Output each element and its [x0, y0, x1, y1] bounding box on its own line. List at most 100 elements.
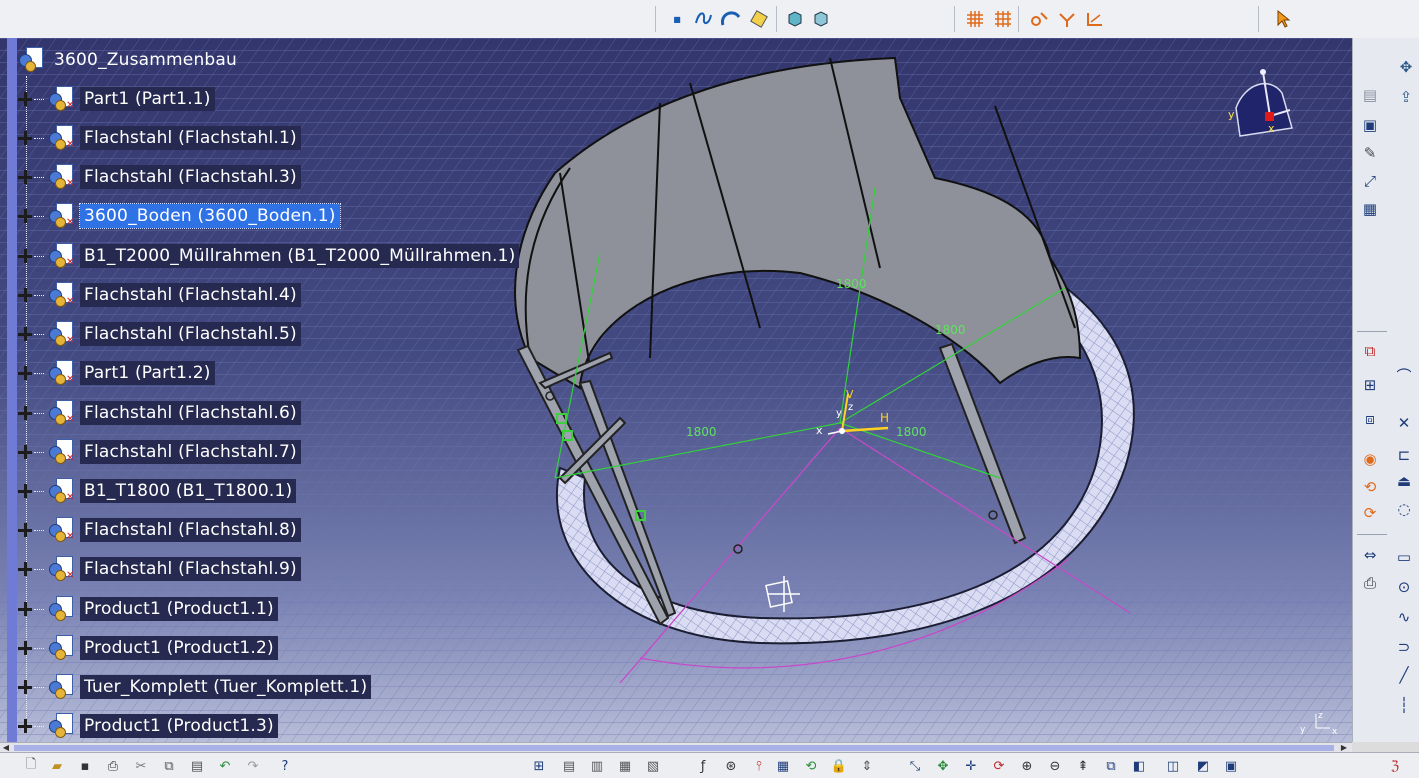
- tree-item[interactable]: ✕ Flachstahl (Flachstahl.7): [16, 438, 301, 466]
- tree-item[interactable]: ✕ Flachstahl (Flachstahl.8): [16, 516, 301, 544]
- offset-icon[interactable]: ⧈: [1359, 408, 1381, 430]
- tree-item-label[interactable]: Product1 (Product1.2): [80, 636, 278, 660]
- expand-plus-icon[interactable]: [16, 90, 34, 108]
- dimension-label[interactable]: 1800: [686, 425, 717, 439]
- fix-icon[interactable]: ⊞: [1359, 374, 1381, 396]
- tree-item-label[interactable]: Product1 (Product1.3): [80, 714, 278, 738]
- tree-item-label[interactable]: Flachstahl (Flachstahl.4): [80, 283, 301, 307]
- auto-constraint-icon[interactable]: [1056, 8, 1078, 30]
- circle-icon[interactable]: ◌: [1393, 498, 1415, 520]
- swap-icon[interactable]: ◩: [1194, 757, 1212, 775]
- tree-item[interactable]: Product1 (Product1.2): [16, 634, 278, 662]
- expand-plus-icon[interactable]: [16, 521, 34, 539]
- 3d-viewport[interactable]: 1800 1800 1800 1800 H V x y z y x z y x …: [0, 38, 1352, 742]
- scroll-track[interactable]: [14, 745, 1334, 751]
- snap-grid-icon[interactable]: [992, 8, 1014, 30]
- distance-icon[interactable]: ⇔: [1359, 544, 1381, 566]
- dimension-label[interactable]: 1800: [896, 425, 927, 439]
- tree-item-label[interactable]: Flachstahl (Flachstahl.8): [80, 518, 301, 542]
- tree-item[interactable]: Product1 (Product1.3): [16, 712, 278, 740]
- expand-plus-icon[interactable]: [16, 247, 34, 265]
- zoom-in-icon[interactable]: ⊕: [1018, 757, 1036, 775]
- tree-item-label[interactable]: Part1 (Part1.2): [80, 361, 215, 385]
- redo-icon[interactable]: ↷: [244, 757, 262, 775]
- angle-icon[interactable]: ✕: [1393, 412, 1415, 434]
- cut-icon[interactable]: ✂: [132, 757, 150, 775]
- snap-icon[interactable]: ⟲: [1359, 476, 1381, 498]
- point-circle-icon[interactable]: ⊙: [1393, 576, 1415, 598]
- new-icon[interactable]: 🗋: [22, 757, 40, 775]
- normal-view-icon[interactable]: ⇞: [1074, 757, 1092, 775]
- view-cube-2-icon[interactable]: [810, 8, 832, 30]
- curve-icon[interactable]: ∿: [1393, 606, 1415, 628]
- arc-icon[interactable]: [720, 8, 742, 30]
- tree-item-label[interactable]: Flachstahl (Flachstahl.5): [80, 322, 301, 346]
- pan-icon[interactable]: ✥: [934, 757, 952, 775]
- pin-icon[interactable]: ⫯: [750, 757, 768, 775]
- select-arrow-icon[interactable]: [1272, 8, 1294, 30]
- fit-all-icon[interactable]: ⤡: [906, 757, 924, 775]
- expand-plus-icon[interactable]: [16, 207, 34, 225]
- expand-plus-icon[interactable]: [16, 286, 34, 304]
- table-icon[interactable]: ▦: [774, 757, 792, 775]
- shading-icon[interactable]: ◧: [1130, 757, 1148, 775]
- constraint-tools-icon[interactable]: ⧉: [1359, 340, 1381, 362]
- manipulate-icon[interactable]: ⤢: [1359, 170, 1381, 192]
- expand-plus-icon[interactable]: [16, 404, 34, 422]
- expand-plus-icon[interactable]: [16, 482, 34, 500]
- properties-icon[interactable]: ▦: [616, 757, 634, 775]
- expand-plus-icon[interactable]: [16, 639, 34, 657]
- expand-plus-icon[interactable]: [16, 325, 34, 343]
- tree-item[interactable]: Tuer_Komplett (Tuer_Komplett.1): [16, 673, 372, 701]
- tree-item[interactable]: ✕ Part1 (Part1.2): [16, 359, 215, 387]
- tree-item-label[interactable]: Flachstahl (Flachstahl.7): [80, 440, 301, 464]
- help-icon[interactable]: ?: [276, 757, 294, 775]
- tree-item-label[interactable]: Flachstahl (Flachstahl.3): [80, 165, 301, 189]
- sketch-tools-icon[interactable]: [748, 8, 770, 30]
- lock-icon[interactable]: 🔒: [830, 757, 848, 775]
- measure-icon[interactable]: ◉: [1359, 448, 1381, 470]
- tree-item-label[interactable]: Flachstahl (Flachstahl.9): [80, 557, 301, 581]
- formula-icon[interactable]: ƒ: [694, 757, 712, 775]
- fly-icon[interactable]: ⟳: [990, 757, 1008, 775]
- expand-plus-icon[interactable]: [16, 717, 34, 735]
- tree-item[interactable]: ✕ B1_T1800 (B1_T1800.1): [16, 477, 297, 505]
- tree-item[interactable]: ✕ Flachstahl (Flachstahl.3): [16, 163, 301, 191]
- insert-icon[interactable]: ▤: [1359, 84, 1381, 106]
- analysis-icon[interactable]: ⊏: [1393, 444, 1415, 466]
- tree-item[interactable]: ✕ Flachstahl (Flachstahl.6): [16, 399, 301, 427]
- tree-item-label[interactable]: B1_T1800 (B1_T1800.1): [80, 479, 297, 503]
- tree-item[interactable]: ✕ 3600_Boden (3600_Boden.1): [16, 202, 341, 230]
- tree-item-label[interactable]: B1_T2000_Müllrahmen (B1_T2000_Müllrahmen…: [80, 244, 520, 268]
- rectangle-icon[interactable]: ▭: [1393, 546, 1415, 568]
- point-icon[interactable]: ■: [666, 8, 688, 30]
- pen-icon[interactable]: ✎: [1359, 142, 1381, 164]
- compass-arrow-icon[interactable]: ✥: [1395, 56, 1417, 78]
- spline-icon[interactable]: [692, 8, 714, 30]
- paste-icon[interactable]: ▤: [188, 757, 206, 775]
- print-icon[interactable]: ⎙: [104, 757, 122, 775]
- reorder-icon[interactable]: ⟳: [1359, 502, 1381, 524]
- undo-icon[interactable]: ↶: [216, 757, 234, 775]
- view-cube-icon[interactable]: [784, 8, 806, 30]
- tree-item[interactable]: ✕ Flachstahl (Flachstahl.9): [16, 555, 301, 583]
- list-icon[interactable]: ▤: [560, 757, 578, 775]
- profile-icon[interactable]: ⊃: [1393, 636, 1415, 658]
- tree-root[interactable]: 3600_Zusammenbau: [16, 46, 241, 74]
- expand-plus-icon[interactable]: [16, 600, 34, 618]
- dimension-label[interactable]: 1800: [935, 323, 966, 337]
- expand-plus-icon[interactable]: [16, 168, 34, 186]
- explode-icon[interactable]: ▦: [1359, 198, 1381, 220]
- print-3d-icon[interactable]: ⎙: [1359, 572, 1381, 594]
- update-icon[interactable]: ⟲: [802, 757, 820, 775]
- tree-item-label[interactable]: Flachstahl (Flachstahl.6): [80, 401, 301, 425]
- tree-item-label-selected[interactable]: 3600_Boden (3600_Boden.1): [79, 203, 341, 229]
- tree-icon[interactable]: ⊞: [530, 757, 548, 775]
- grid-icon[interactable]: [964, 8, 986, 30]
- material-icon[interactable]: ▣: [1222, 757, 1240, 775]
- save-icon[interactable]: ▪: [76, 757, 94, 775]
- zoom-out-icon[interactable]: ⊖: [1046, 757, 1064, 775]
- constraint-icon[interactable]: [1028, 8, 1050, 30]
- axis-line-icon[interactable]: ┆: [1393, 694, 1415, 716]
- expand-plus-icon[interactable]: [16, 364, 34, 382]
